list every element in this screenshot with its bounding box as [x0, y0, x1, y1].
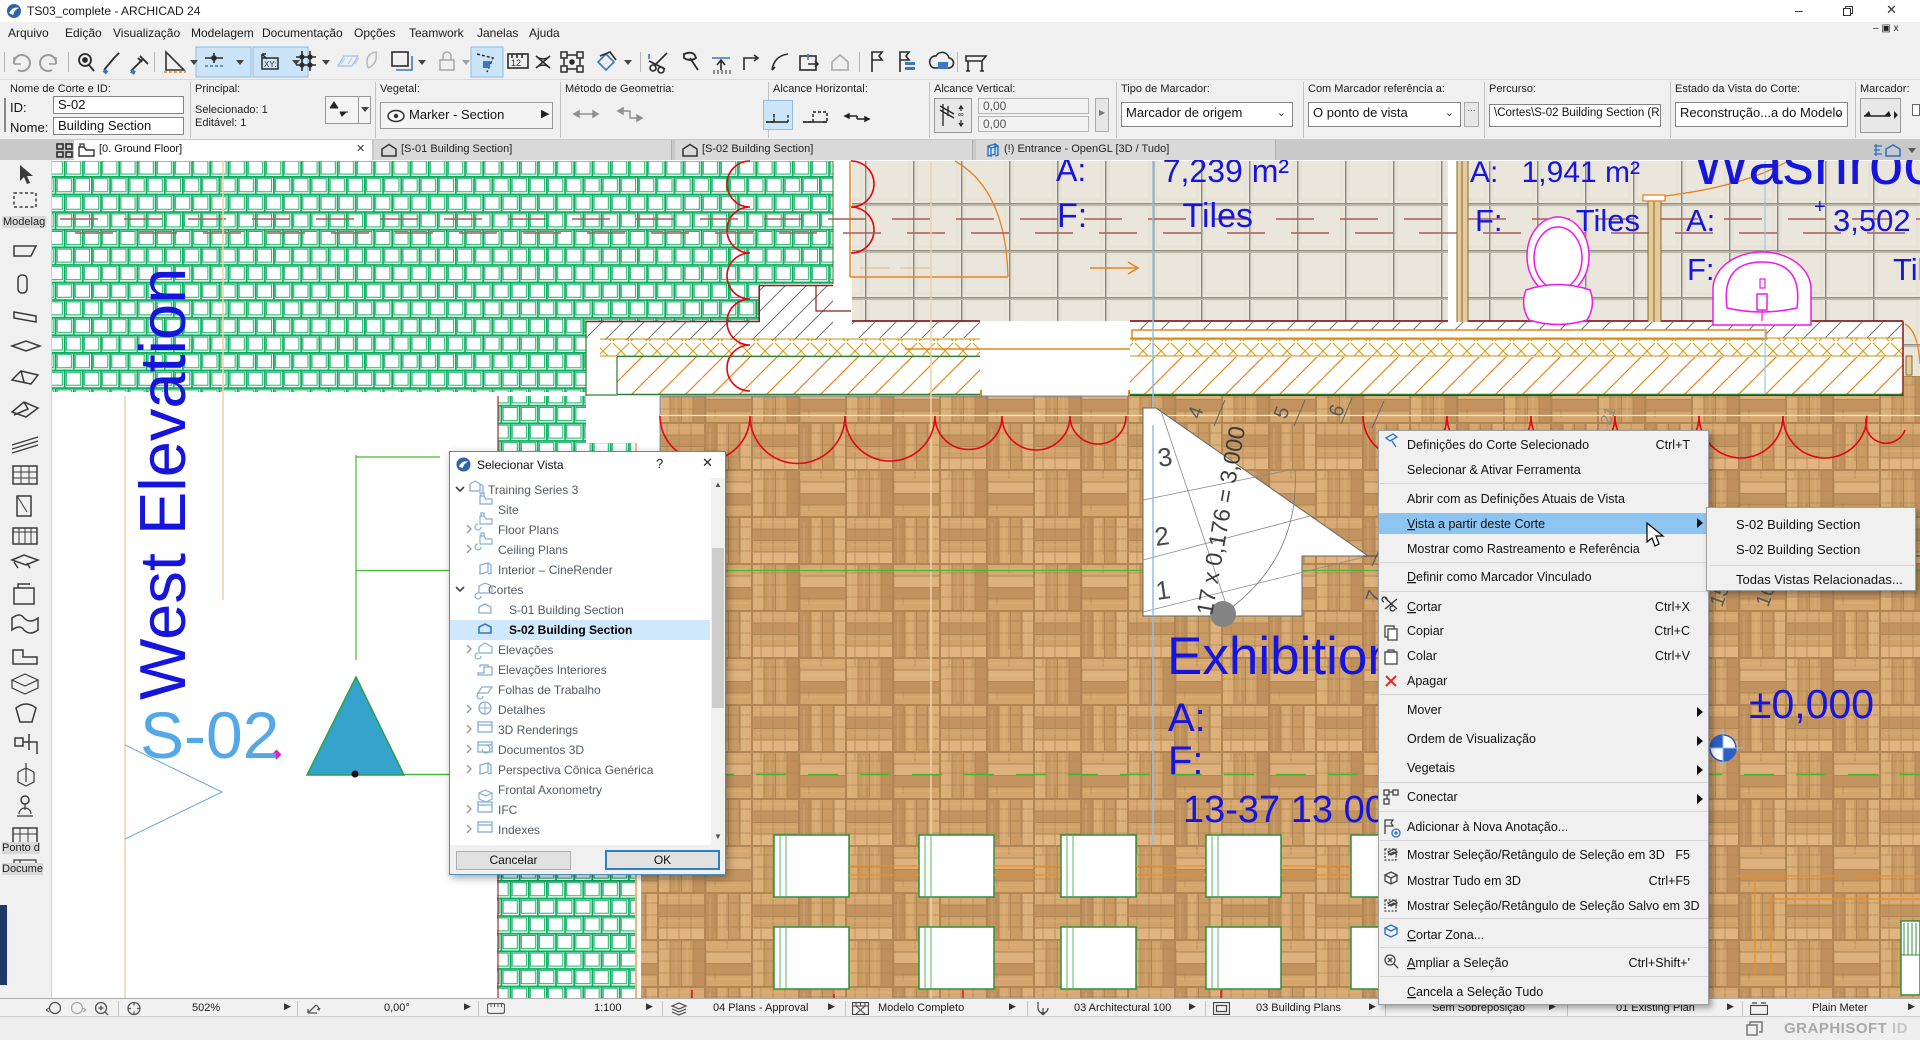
svg-text:A:: A: [1686, 203, 1715, 238]
svg-text:F5: F5 [1675, 848, 1690, 862]
svg-text:Apagar: Apagar [1407, 674, 1447, 688]
svg-text:Ctrl+T: Ctrl+T [1656, 438, 1691, 452]
svg-text:Interior – CineRender: Interior – CineRender [498, 563, 613, 577]
svg-text:West Elevation: West Elevation [126, 268, 199, 700]
svg-text:F:: F: [1475, 203, 1503, 238]
svg-text:+: + [1814, 196, 1826, 218]
svg-text:Conectar: Conectar [1407, 790, 1458, 804]
svg-text:Mostrar Seleção/Retângulo de S: Mostrar Seleção/Retângulo de Seleção em … [1407, 848, 1665, 862]
svg-text:XY:: XY: [264, 60, 276, 69]
svg-text:∞: ∞ [958, 110, 964, 119]
svg-text:3D Renderings: 3D Renderings [498, 723, 578, 737]
svg-text:Mostrar Tudo em 3D: Mostrar Tudo em 3D [1407, 874, 1521, 888]
svg-text:Vista a partir deste Corte: Vista a partir deste Corte [1407, 517, 1545, 531]
svg-text:Site: Site [498, 503, 519, 517]
svg-text:Tiles: Tiles [1182, 197, 1253, 235]
svg-text:Selecionar & Ativar Ferramenta: Selecionar & Ativar Ferramenta [1407, 463, 1581, 477]
svg-text:Ceiling Plans: Ceiling Plans [498, 543, 568, 557]
svg-text:±0,000: ±0,000 [1749, 681, 1874, 727]
svg-text:Floor Plans: Floor Plans [498, 523, 559, 537]
svg-text:Frontal Axonometry: Frontal Axonometry [498, 783, 602, 797]
svg-text:S-02 Building Section: S-02 Building Section [509, 623, 632, 637]
svg-text:7,239 m²: 7,239 m² [1163, 160, 1290, 189]
svg-text:1,941 m²: 1,941 m² [1522, 160, 1640, 189]
svg-text:Abrir com as Definições Atuais: Abrir com as Definições Atuais de Vista [1407, 492, 1625, 506]
svg-text:Tiles: Tiles [1576, 203, 1640, 238]
svg-text:F:: F: [1057, 197, 1087, 235]
svg-text:Ordem de Visualização: Ordem de Visualização [1407, 732, 1536, 746]
svg-text:Definir como Marcador Vinculad: Definir como Marcador Vinculado [1407, 570, 1592, 584]
svg-text:Ctrl+Shift+': Ctrl+Shift+' [1629, 956, 1690, 970]
svg-text:Mostrar Seleção/Retângulo de S: Mostrar Seleção/Retângulo de Seleção Sal… [1407, 899, 1700, 913]
svg-text:F:: F: [1168, 739, 1204, 783]
svg-text:Mover: Mover [1407, 703, 1442, 717]
svg-text:Ctrl+C: Ctrl+C [1654, 624, 1690, 638]
svg-text:Colar: Colar [1407, 649, 1437, 663]
svg-text:F:: F: [1687, 252, 1715, 287]
svg-text:Vegetais: Vegetais [1407, 761, 1455, 775]
svg-text:Copiar: Copiar [1407, 624, 1444, 638]
svg-text:IFC: IFC [498, 803, 518, 817]
svg-text:Ctrl+X: Ctrl+X [1655, 600, 1691, 614]
svg-text:Washroom: Washroom [1692, 160, 1920, 198]
svg-text:Indexes: Indexes [498, 823, 540, 837]
svg-text:Perspectiva Cônica Genérica: Perspectiva Cônica Genérica [498, 763, 654, 777]
svg-text:Elevações: Elevações [498, 643, 553, 657]
svg-text:Mostrar como Rastreamento e Re: Mostrar como Rastreamento e Referência [1407, 542, 1640, 556]
svg-text:Cortar: Cortar [1407, 600, 1442, 614]
svg-text:Tiles: Tiles [1893, 252, 1920, 287]
svg-text:Training Series 3: Training Series 3 [488, 483, 579, 497]
svg-text:A:: A: [1056, 160, 1086, 188]
svg-text:Ctrl+F5: Ctrl+F5 [1649, 874, 1690, 888]
svg-text:Ctrl+V: Ctrl+V [1655, 649, 1691, 663]
svg-text:Elevações Interiores: Elevações Interiores [498, 663, 607, 677]
svg-text:Cortar Zona...: Cortar Zona... [1407, 928, 1484, 942]
svg-text:S-02: S-02 [140, 698, 279, 772]
svg-text:Detalhes: Detalhes [498, 703, 545, 717]
svg-text:Folhas de Trabalho: Folhas de Trabalho [498, 683, 601, 697]
svg-text:Documentos 3D: Documentos 3D [498, 743, 584, 757]
svg-text:Exhibition: Exhibition [1167, 627, 1397, 686]
svg-text:Cancela a Seleção Tudo: Cancela a Seleção Tudo [1407, 985, 1543, 999]
svg-text:12: 12 [511, 58, 521, 68]
svg-text:A:: A: [1168, 696, 1206, 740]
svg-text:3,502: 3,502 [1833, 203, 1911, 238]
svg-text:Definições do Corte Selecionad: Definições do Corte Selecionado [1407, 438, 1589, 452]
svg-text:Cortes: Cortes [488, 583, 523, 597]
svg-text:Ampliar a Seleção: Ampliar a Seleção [1407, 956, 1508, 970]
svg-text:A:: A: [1470, 160, 1498, 189]
svg-text:Adicionar à Nova Anotação...: Adicionar à Nova Anotação... [1407, 820, 1568, 834]
svg-text:S-01 Building Section: S-01 Building Section [509, 603, 624, 617]
